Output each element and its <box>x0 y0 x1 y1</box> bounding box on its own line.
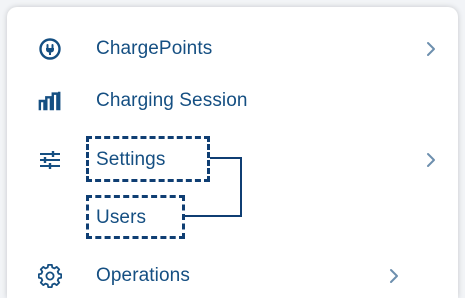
callout-connector-line <box>185 157 242 217</box>
navigation-menu: ChargePoints Charging Session Settings U… <box>7 7 458 298</box>
